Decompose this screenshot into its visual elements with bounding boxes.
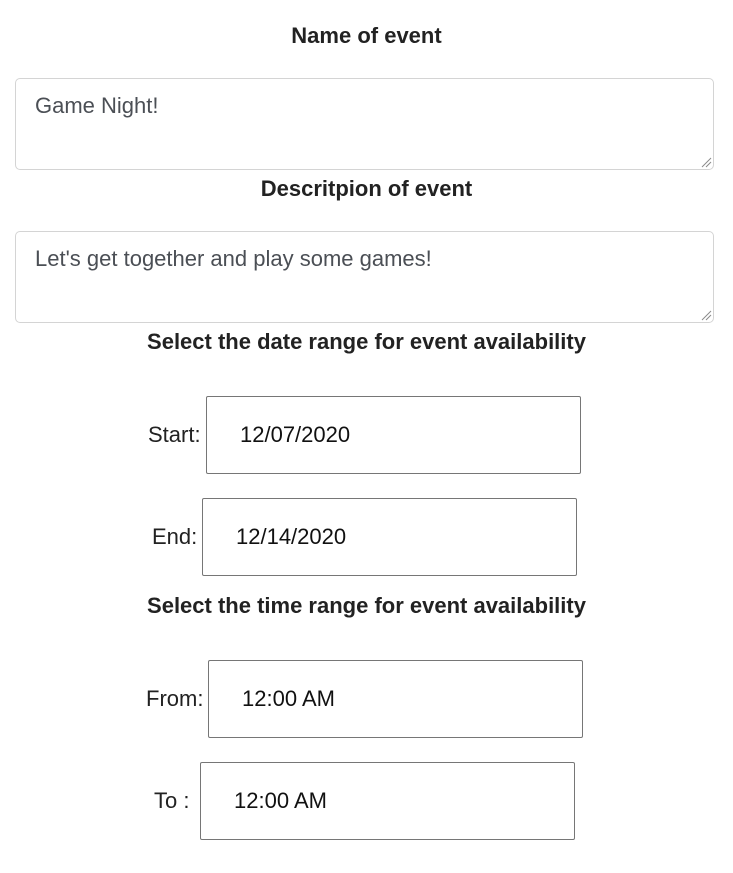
- start-date-value: 12/07/2020: [240, 422, 351, 447]
- start-date-input[interactable]: 12/07/2020: [206, 396, 581, 474]
- start-date-label: Start:: [148, 422, 201, 447]
- time-range-heading: Select the time range for event availabi…: [147, 593, 586, 618]
- date-range-heading: Select the date range for event availabi…: [147, 329, 586, 354]
- create-event-form: Name of event Game Night! Descritpion of…: [0, 0, 733, 873]
- end-date-input[interactable]: 12/14/2020: [202, 498, 577, 576]
- event-description-value: Let's get together and play some games!: [35, 246, 432, 271]
- to-time-value: 12:00 AM: [234, 788, 327, 813]
- to-time-label: To :: [154, 788, 190, 813]
- resize-grip-icon[interactable]: [700, 156, 712, 168]
- from-time-value: 12:00 AM: [242, 686, 335, 711]
- event-description-heading: Descritpion of event: [260, 176, 473, 201]
- from-time-input[interactable]: 12:00 AM: [208, 660, 583, 738]
- event-name-heading: Name of event: [291, 23, 442, 48]
- event-description-textarea[interactable]: Let's get together and play some games!: [15, 231, 714, 323]
- event-name-value: Game Night!: [35, 93, 159, 118]
- event-name-textarea[interactable]: Game Night!: [15, 78, 714, 170]
- end-date-value: 12/14/2020: [236, 524, 347, 549]
- resize-grip-icon[interactable]: [700, 309, 712, 321]
- from-time-label: From:: [146, 686, 204, 711]
- to-time-input[interactable]: 12:00 AM: [200, 762, 575, 840]
- end-date-label: End:: [152, 524, 198, 549]
